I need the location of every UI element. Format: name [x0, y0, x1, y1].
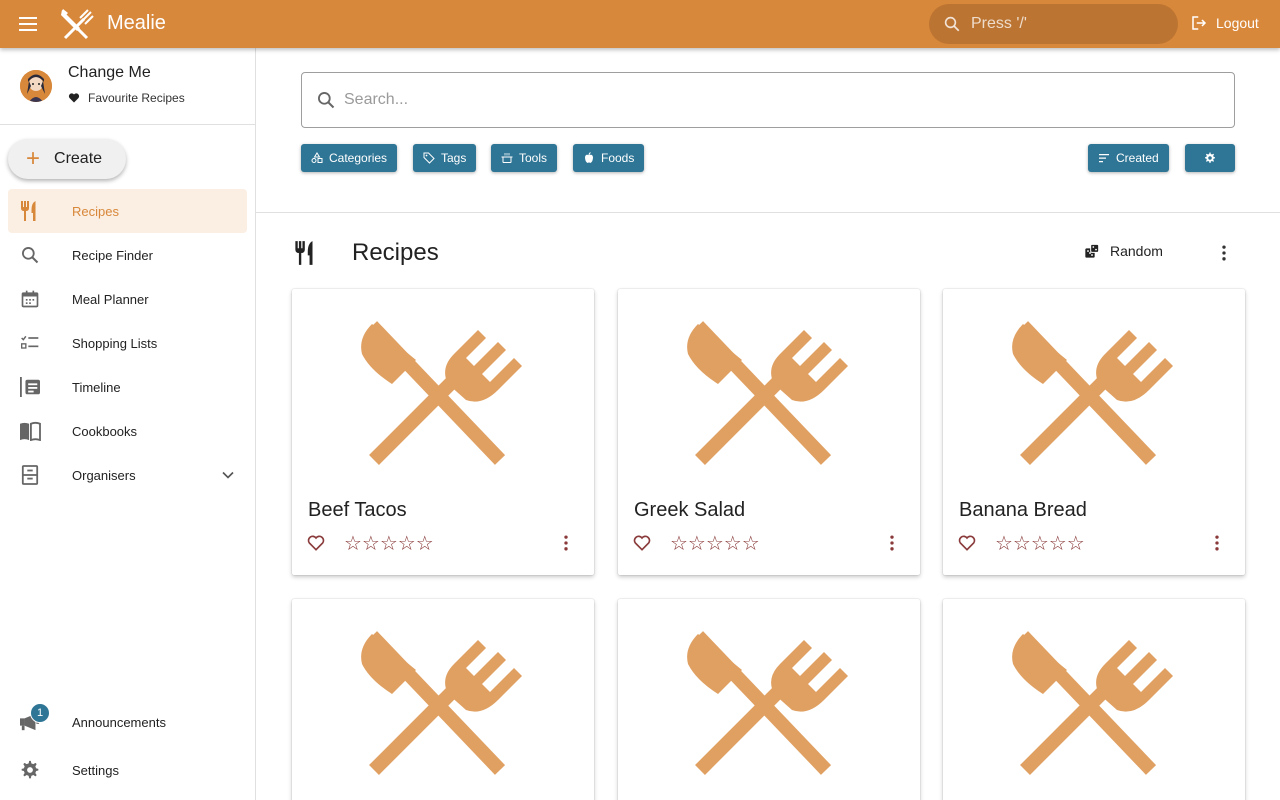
fork-knife-icon: [18, 199, 42, 223]
sidebar-item-shopping-lists[interactable]: Shopping Lists: [8, 321, 247, 365]
recipe-name[interactable]: Beef Tacos: [308, 499, 407, 522]
sidebar-item-label: Organisers: [72, 467, 136, 483]
mealie-logo-icon[interactable]: [58, 7, 94, 41]
categories-label: Categories: [329, 151, 388, 165]
recipe-search[interactable]: [301, 72, 1235, 128]
calendar-icon: [18, 287, 42, 311]
logout-icon: [1192, 16, 1207, 30]
sidebar-item-timeline[interactable]: Timeline: [8, 365, 247, 409]
sidebar-item-label: Shopping Lists: [72, 335, 158, 351]
recipe-card[interactable]: Beef Tacos ☆☆☆☆☆: [292, 289, 594, 575]
menu-icon[interactable]: [16, 12, 40, 36]
apple-icon: [585, 152, 593, 163]
create-button[interactable]: + Create: [8, 139, 126, 179]
gear-icon: [1205, 152, 1215, 163]
heart-icon: [68, 93, 80, 103]
sort-icon: [1099, 154, 1109, 163]
sidebar-item-label: Timeline: [72, 379, 121, 395]
book-open-icon: [18, 419, 42, 443]
sidebar-item-organisers[interactable]: Organisers: [8, 453, 247, 497]
recipe-placeholder-image[interactable]: [618, 599, 920, 800]
rating-stars[interactable]: ☆☆☆☆☆: [670, 531, 760, 556]
avatar[interactable]: [20, 70, 52, 102]
random-button[interactable]: Random: [1084, 243, 1163, 259]
pot-icon: [501, 153, 513, 163]
categories-filter-button[interactable]: Categories: [301, 144, 398, 172]
more-vert-icon[interactable]: [882, 533, 902, 553]
heart-outline-icon[interactable]: [632, 533, 652, 553]
recipe-placeholder-image[interactable]: [292, 599, 594, 800]
filter-settings-button[interactable]: [1185, 144, 1235, 172]
sidebar-item-settings[interactable]: Settings: [8, 748, 247, 792]
recipe-placeholder-image[interactable]: [292, 289, 594, 491]
more-vert-icon[interactable]: [556, 533, 576, 553]
timeline-icon: [18, 375, 42, 399]
fork-knife-icon: [294, 240, 318, 266]
sidebar-item-label: Recipe Finder: [72, 247, 153, 263]
tags-label: Tags: [441, 151, 467, 165]
checklist-icon: [18, 331, 42, 355]
rating-stars[interactable]: ☆☆☆☆☆: [344, 531, 434, 556]
app-title[interactable]: Mealie: [107, 12, 166, 35]
user-profile: Change Me Favourite Recipes: [0, 48, 255, 125]
sidebar-item-recipe-finder[interactable]: Recipe Finder: [8, 233, 247, 277]
heart-outline-icon[interactable]: [957, 533, 977, 553]
sidebar-item-cookbooks[interactable]: Cookbooks: [8, 409, 247, 453]
recipe-search-input[interactable]: [344, 91, 1204, 109]
search-icon: [18, 243, 42, 267]
sidebar-item-label: Recipes: [72, 203, 119, 219]
sidebar-item-label: Meal Planner: [72, 291, 149, 307]
recipe-card[interactable]: [618, 599, 920, 800]
create-label: Create: [54, 150, 103, 167]
recipe-card[interactable]: Banana Bread ☆☆☆☆☆: [943, 289, 1245, 575]
gear-icon: [18, 758, 42, 782]
random-label: Random: [1110, 243, 1163, 259]
sidebar: Change Me Favourite Recipes + Create Rec…: [0, 48, 256, 800]
logout-label: Logout: [1216, 15, 1259, 31]
recipe-card[interactable]: [943, 599, 1245, 800]
search-icon: [318, 92, 335, 109]
recipe-placeholder-image[interactable]: [618, 289, 920, 491]
divider: [256, 212, 1280, 213]
favourite-recipes-link[interactable]: Favourite Recipes: [68, 91, 185, 105]
sidebar-item-label: Cookbooks: [72, 423, 138, 439]
more-vert-icon[interactable]: [1207, 533, 1227, 553]
tools-label: Tools: [519, 151, 548, 165]
recipe-name[interactable]: Greek Salad: [634, 499, 745, 522]
recipe-card[interactable]: Greek Salad ☆☆☆☆☆: [618, 289, 920, 575]
cabinet-icon: [18, 463, 42, 487]
global-search-input[interactable]: [971, 15, 1161, 33]
recipe-placeholder-image[interactable]: [943, 289, 1245, 491]
sidebar-item-label: Settings: [72, 762, 119, 778]
sort-label: Created: [1116, 151, 1159, 165]
notification-badge: 1: [30, 703, 50, 723]
shapes-icon: [311, 152, 323, 163]
dice-icon: [1085, 243, 1100, 258]
recipe-name[interactable]: Banana Bread: [959, 499, 1087, 522]
more-vert-icon[interactable]: [1214, 243, 1234, 263]
tag-icon: [423, 152, 435, 164]
foods-label: Foods: [601, 151, 635, 165]
tags-filter-button[interactable]: Tags: [413, 144, 477, 172]
global-search[interactable]: [929, 4, 1178, 44]
sort-button[interactable]: Created: [1088, 144, 1169, 172]
favourite-recipes-label: Favourite Recipes: [88, 91, 185, 105]
foods-filter-button[interactable]: Foods: [573, 144, 645, 172]
chevron-down-icon[interactable]: [218, 465, 238, 485]
rating-stars[interactable]: ☆☆☆☆☆: [995, 531, 1085, 556]
sidebar-item-recipes[interactable]: Recipes: [8, 189, 247, 233]
app-bar: Mealie Logout: [0, 0, 1280, 48]
recipe-card[interactable]: [292, 599, 594, 800]
page-title: Recipes: [352, 239, 439, 266]
sidebar-item-label: Announcements: [72, 714, 166, 730]
heart-outline-icon[interactable]: [306, 533, 326, 553]
logout-button[interactable]: Logout: [1190, 14, 1259, 32]
search-icon: [944, 16, 960, 32]
sidebar-item-meal-planner[interactable]: Meal Planner: [8, 277, 247, 321]
plus-icon: +: [26, 145, 41, 172]
profile-name[interactable]: Change Me: [68, 64, 151, 82]
recipe-placeholder-image[interactable]: [943, 599, 1245, 800]
tools-filter-button[interactable]: Tools: [491, 144, 558, 172]
